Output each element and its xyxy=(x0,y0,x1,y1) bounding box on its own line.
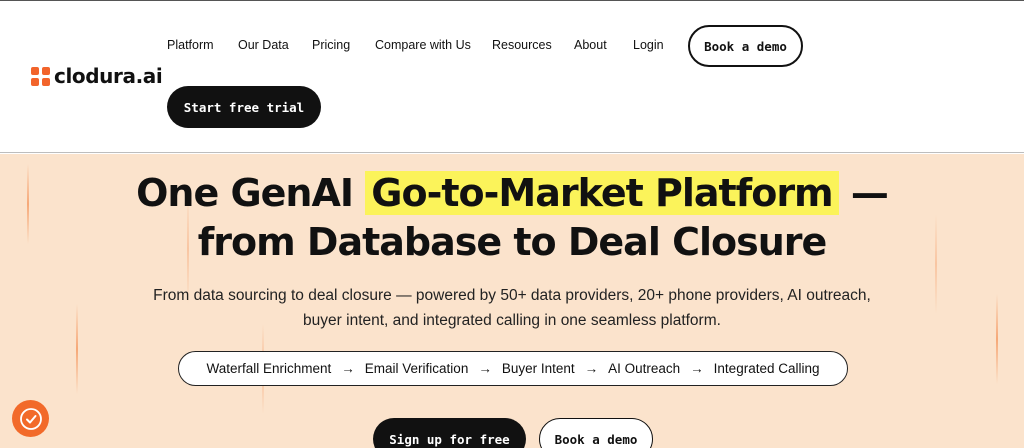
hero-title-highlight: Go-to-Market Platform xyxy=(365,171,839,215)
start-free-trial-button[interactable]: Start free trial xyxy=(167,86,321,128)
hero-title-suffix: — xyxy=(838,171,889,215)
book-demo-button[interactable]: Book a demo xyxy=(688,25,803,67)
help-widget-button[interactable] xyxy=(12,400,49,437)
hero-section: One GenAI Go-to-Market Platform — from D… xyxy=(0,154,1024,448)
step-email-verification: Email Verification xyxy=(364,361,469,376)
nav-our-data[interactable]: Our Data xyxy=(238,38,289,52)
help-hand-icon xyxy=(19,407,42,430)
hero-subtitle-line-2: buyer intent, and integrated calling in … xyxy=(303,312,721,329)
hero-book-demo-button[interactable]: Book a demo xyxy=(539,418,653,448)
arrow-right-icon: → xyxy=(341,361,355,376)
site-header: clodura.ai Platform Our Data Pricing Com… xyxy=(0,0,1024,153)
nav-pricing[interactable]: Pricing xyxy=(312,38,350,52)
hero-title-line-2: from Database to Deal Closure xyxy=(197,220,828,264)
brand-logo[interactable]: clodura.ai xyxy=(31,64,163,88)
nav-resources[interactable]: Resources xyxy=(492,38,552,52)
step-integrated-calling: Integrated Calling xyxy=(713,361,820,376)
nav-about[interactable]: About xyxy=(574,38,607,52)
brand-name: clodura.ai xyxy=(54,64,163,88)
hero-subtitle-line-1: From data sourcing to deal closure — pow… xyxy=(153,287,871,304)
nav-compare[interactable]: Compare with Us xyxy=(375,38,471,52)
step-waterfall-enrichment: Waterfall Enrichment xyxy=(206,361,332,376)
feature-steps-pill: Waterfall Enrichment → Email Verificatio… xyxy=(178,351,848,386)
arrow-right-icon: → xyxy=(690,361,704,376)
sign-up-free-button[interactable]: Sign up for free xyxy=(373,418,526,448)
hero-title-prefix: One GenAI xyxy=(136,171,366,215)
clodura-logo-icon xyxy=(31,66,50,86)
arrow-right-icon: → xyxy=(478,361,492,376)
step-ai-outreach: AI Outreach xyxy=(608,361,681,376)
step-buyer-intent: Buyer Intent xyxy=(501,361,575,376)
nav-platform[interactable]: Platform xyxy=(167,38,214,52)
hero-title-line-1: One GenAI Go-to-Market Platform — xyxy=(0,171,1024,215)
arrow-right-icon: → xyxy=(584,361,599,376)
nav-login[interactable]: Login xyxy=(633,38,664,52)
